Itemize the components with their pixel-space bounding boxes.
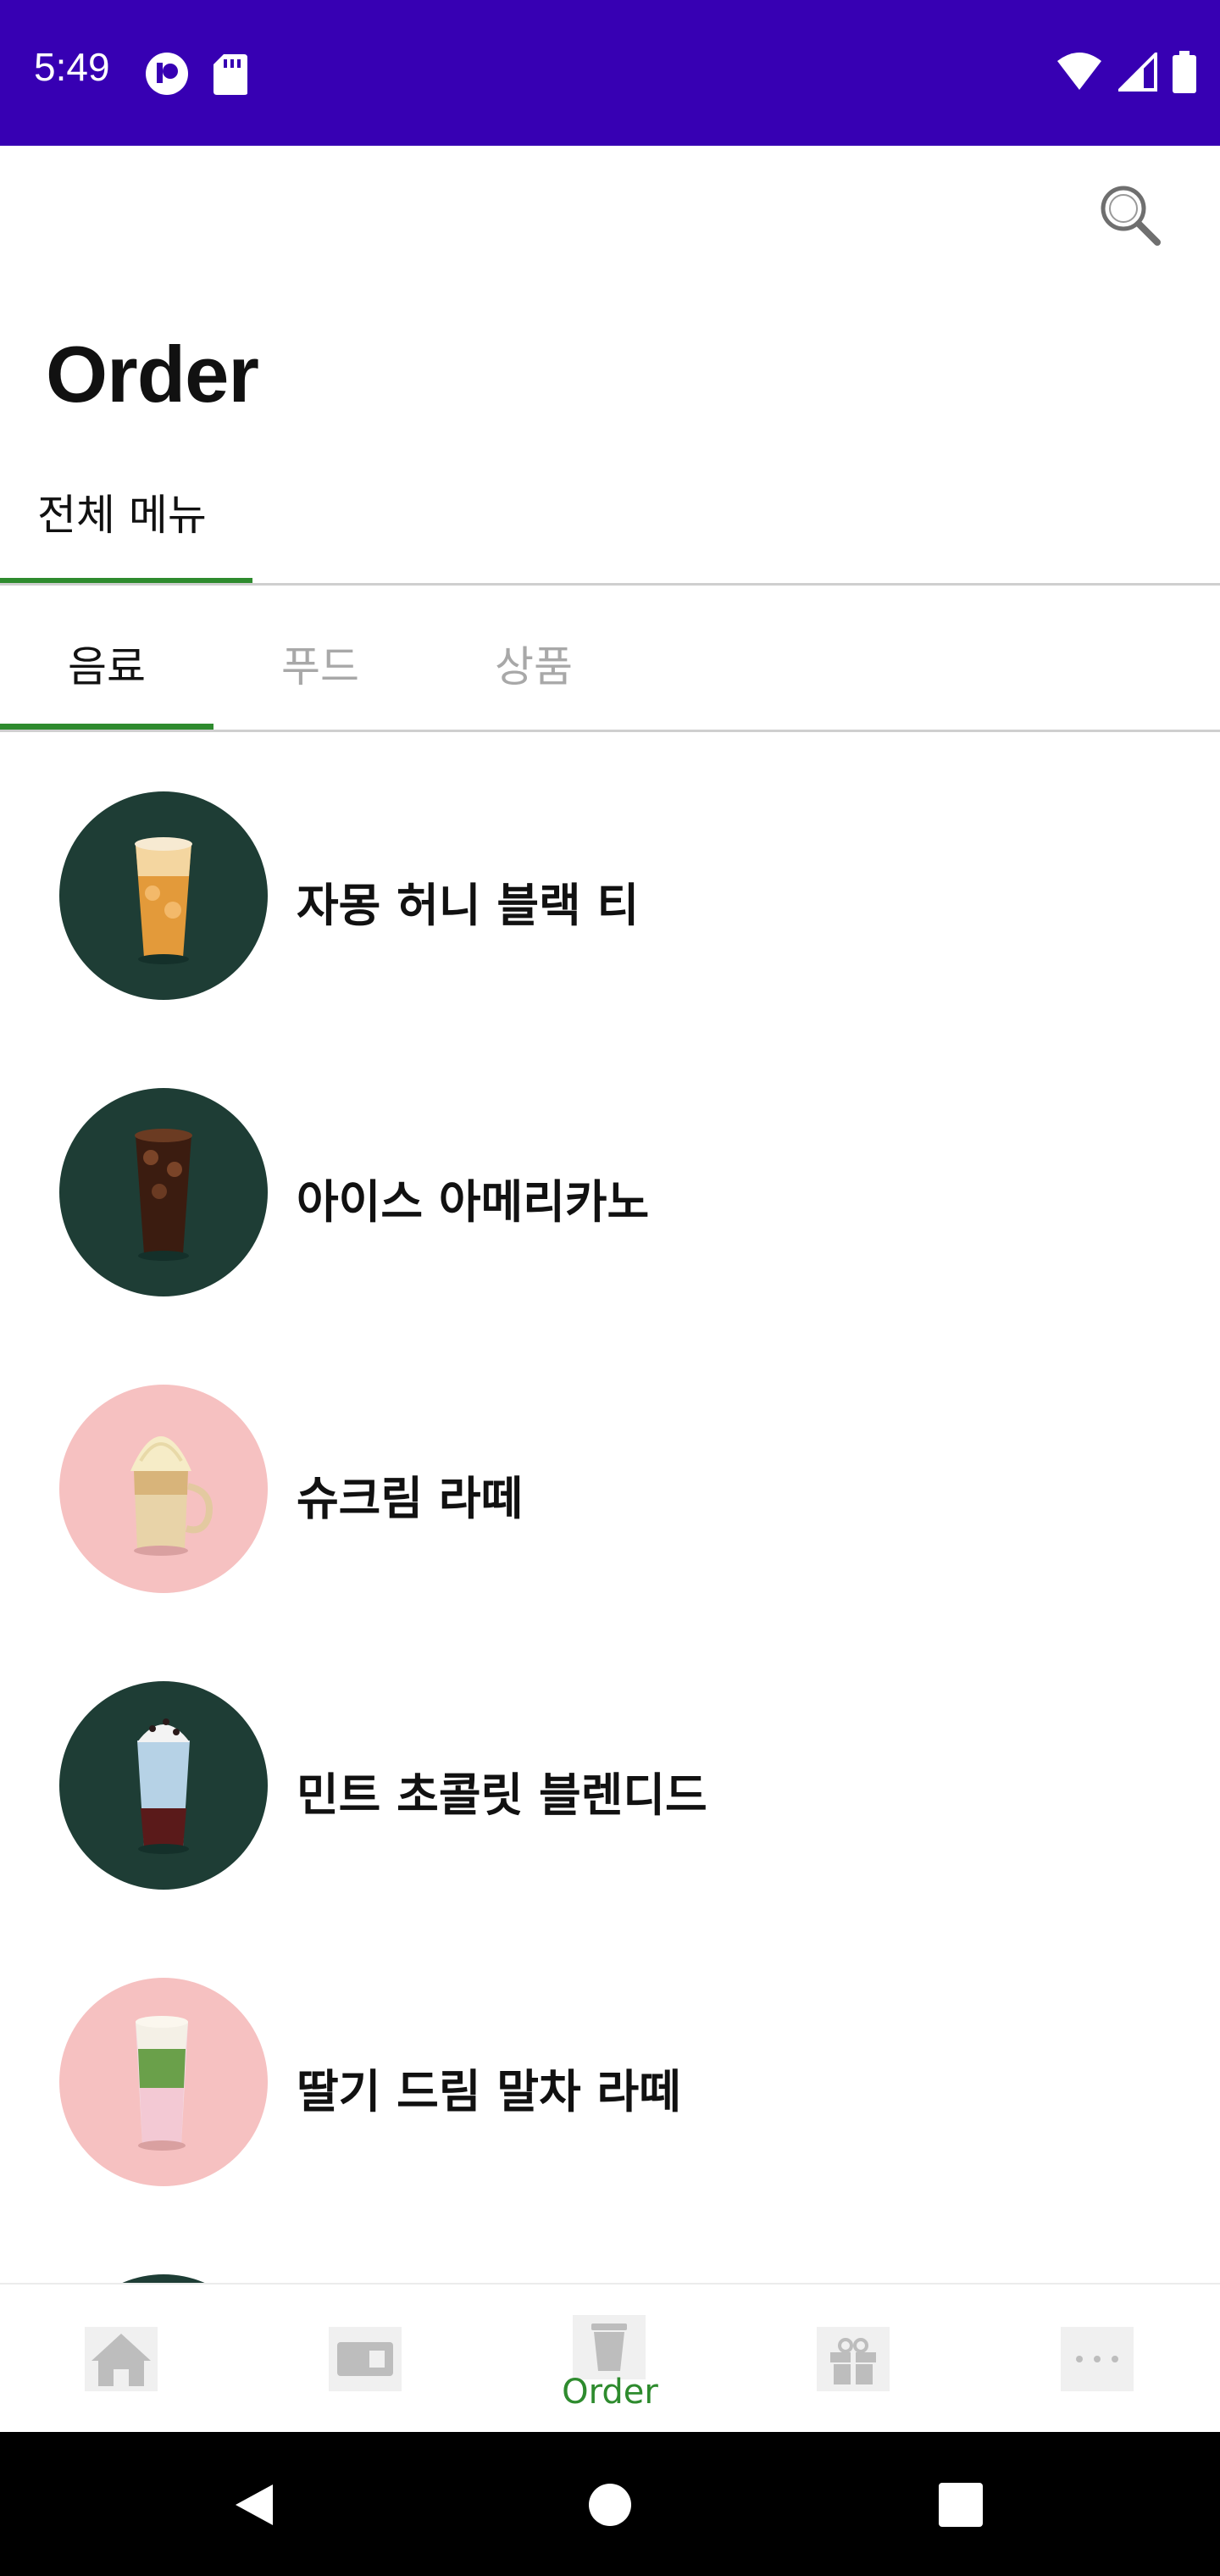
tab-indicator — [0, 724, 214, 730]
app-notification-icon — [146, 53, 188, 95]
sd-card-icon — [214, 54, 247, 95]
back-icon[interactable] — [230, 2481, 278, 2529]
menu-item-partial[interactable] — [0, 2215, 1220, 2283]
system-nav-bar — [0, 2432, 1220, 2576]
search-icon — [1101, 186, 1161, 246]
menu-item-name: 자몽 허니 블랙 티 — [297, 879, 640, 932]
nav-order-label: Order — [562, 2373, 658, 2412]
tab-goods-label: 상품 — [495, 642, 573, 691]
menu-item-thumbnail — [59, 1088, 268, 1296]
status-notification-icons — [144, 51, 249, 97]
status-time: 5:49 — [34, 45, 110, 89]
tab-all-menu[interactable]: 전체 메뉴 — [0, 475, 252, 583]
nav-gift[interactable] — [732, 2285, 976, 2434]
tab-all-menu-label: 전체 메뉴 — [37, 491, 207, 540]
menu-item-thumbnail — [59, 1681, 268, 1890]
more-icon — [1061, 2327, 1134, 2391]
wifi-icon — [1057, 53, 1101, 90]
menu-item-name: 슈크림 라떼 — [297, 1472, 524, 1525]
bottom-nav: Order — [0, 2283, 1220, 2434]
tab-food-label: 푸드 — [281, 642, 359, 691]
wallet-card-icon — [329, 2327, 402, 2391]
battery-icon — [1173, 51, 1196, 93]
menu-item-iced-americano[interactable]: 아이스 아메리카노 — [0, 1029, 1220, 1325]
search-button[interactable] — [1093, 178, 1169, 254]
menu-item-grapefruit-honey-black-tea[interactable]: 자몽 허니 블랙 티 — [0, 732, 1220, 1029]
menu-item-strawberry-dream-matcha-latte[interactable]: 딸기 드림 말차 라떼 — [0, 1918, 1220, 2215]
menu-item-name: 딸기 드림 말차 라떼 — [297, 2065, 681, 2118]
menu-item-thumbnail — [59, 791, 268, 1000]
tab-beverage-label: 음료 — [68, 642, 146, 691]
signal-icon — [1118, 53, 1157, 92]
menu-item-name: 아이스 아메리카노 — [297, 1175, 650, 1229]
menu-item-thumbnail — [59, 1385, 268, 1593]
status-bar: 5:49 — [0, 0, 1220, 146]
menu-list: 자몽 허니 블랙 티 아이스 아메리카노 슈크림 라떼 민트 초콜릿 블렌디드 … — [0, 732, 1220, 2283]
page-title: Order — [46, 330, 259, 419]
nav-home[interactable] — [0, 2285, 244, 2434]
menu-item-thumbnail — [59, 2274, 268, 2283]
status-system-icons — [1056, 51, 1196, 93]
nav-pay[interactable] — [244, 2285, 488, 2434]
gift-icon — [817, 2327, 890, 2391]
tab-goods[interactable]: 상품 — [427, 586, 640, 730]
menu-item-cream-latte[interactable]: 슈크림 라떼 — [0, 1325, 1220, 1622]
nav-order[interactable]: Order — [488, 2285, 732, 2434]
menu-item-mint-chocolate-blended[interactable]: 민트 초콜릿 블렌디드 — [0, 1622, 1220, 1918]
menu-item-name: 민트 초콜릿 블렌디드 — [297, 1768, 707, 1822]
recents-icon[interactable] — [939, 2483, 983, 2527]
category-tabs: 음료 푸드 상품 — [0, 586, 1220, 730]
tab-food[interactable]: 푸드 — [214, 586, 427, 730]
home-icon — [85, 2327, 158, 2391]
nav-more[interactable] — [976, 2285, 1220, 2434]
cup-icon — [573, 2315, 646, 2379]
tab-beverage[interactable]: 음료 — [0, 586, 214, 730]
menu-item-thumbnail — [59, 1978, 268, 2186]
home-circle-icon[interactable] — [588, 2483, 632, 2527]
